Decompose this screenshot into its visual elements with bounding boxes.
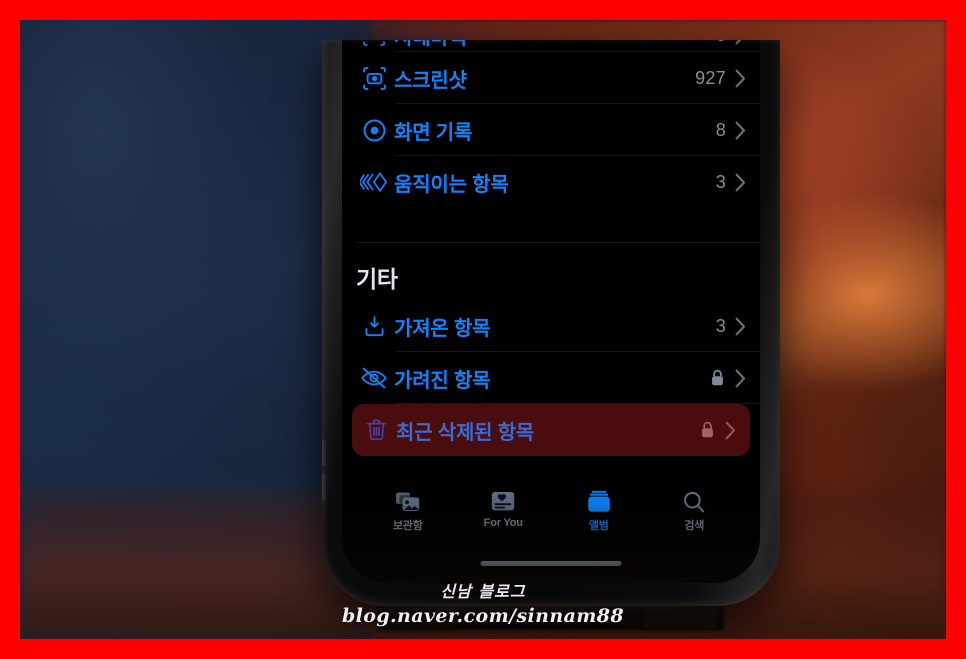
chevron-right-icon [735,317,746,336]
tab-label: 앨범 [588,520,609,532]
album-label: 화면 기록 [394,121,473,144]
section-header-other: 기타 [342,242,760,300]
tab-albums[interactable]: 앨범 [551,485,647,533]
album-row-recently-deleted[interactable]: 최근 삭제된 항목 [352,404,750,456]
album-count: 3 [715,171,726,192]
album-row-screen-recordings[interactable]: 화면 기록 8 [342,104,760,156]
albums-list[interactable]: 시네마틱 6 [342,40,760,456]
motion-icon [354,169,394,195]
library-icon [395,489,421,514]
volume-down-button[interactable] [322,474,326,500]
screenshot-root: 시네마틱 6 [0,0,966,659]
phone-screen: 시네마틱 6 [342,40,760,583]
screenshot-icon [354,65,394,92]
album-row-animated[interactable]: 움직이는 항목 3 [342,156,760,208]
trash-icon [356,417,396,443]
section-divider [356,242,760,243]
tab-bar[interactable]: 보관함 For You 앨범 검색 [342,485,760,545]
tab-search[interactable]: 검색 [647,485,743,533]
tab-library[interactable]: 보관함 [360,485,456,533]
phone-device: 시네마틱 6 [322,40,780,606]
for-you-icon [491,489,515,514]
hidden-eye-icon [354,366,394,390]
search-icon [682,489,706,514]
chevron-right-icon [735,173,746,192]
chevron-right-icon [735,69,746,88]
home-indicator[interactable] [480,561,622,566]
album-count: 6 [716,40,726,46]
album-row-hidden[interactable]: 가려진 항목 [342,352,760,404]
tab-label: For You [483,517,523,529]
volume-up-button[interactable] [322,440,326,466]
tab-for-you[interactable]: For You [456,485,552,529]
album-label: 스크린샷 [394,69,467,92]
album-label: 가져온 항목 [394,317,491,340]
album-row-screenshots[interactable]: 스크린샷 927 [342,52,760,104]
album-label: 최근 삭제된 항목 [396,421,535,444]
lock-icon [700,421,715,439]
import-icon [354,314,394,339]
chevron-right-icon [735,369,746,388]
album-row-cinematic[interactable]: 시네마틱 6 [342,40,760,52]
chevron-right-icon [735,40,746,45]
album-label: 움직이는 항목 [394,173,509,196]
chevron-right-icon [735,121,746,140]
album-count: 8 [715,119,726,140]
album-label: 가려진 항목 [394,369,491,392]
album-row-imported[interactable]: 가져온 항목 3 [342,300,760,352]
chevron-right-icon [725,421,736,440]
album-label: 시네마틱 [394,40,716,50]
lock-icon [710,369,725,387]
cinematic-icon [354,40,394,48]
section-title: 기타 [356,266,398,292]
albums-icon [587,489,611,514]
tab-label: 보관함 [392,520,423,532]
tab-label: 검색 [684,520,705,532]
album-count: 3 [715,315,726,336]
screen-recording-icon [354,117,394,144]
blurred-background: 시네마틱 6 [20,20,946,639]
album-count: 927 [695,67,726,88]
